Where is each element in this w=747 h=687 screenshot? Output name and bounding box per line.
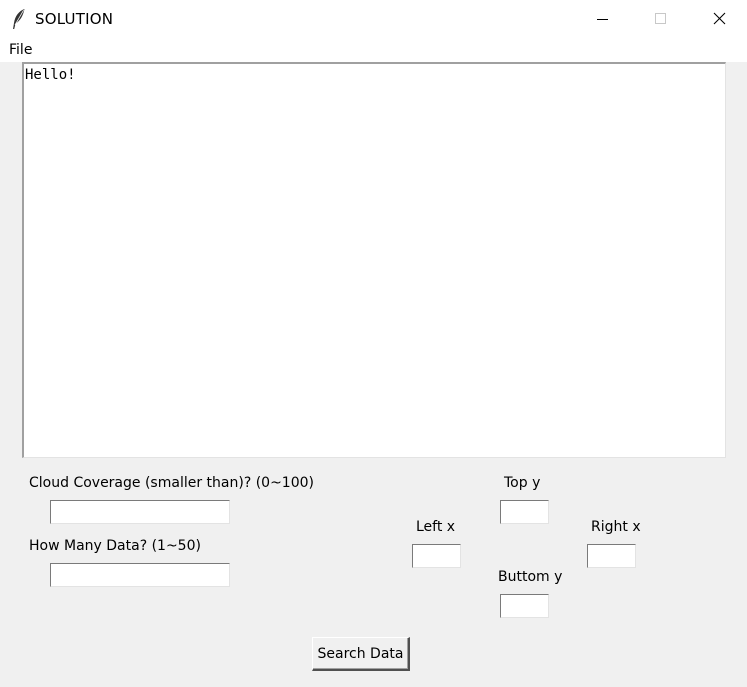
window-title: SOLUTION (35, 10, 114, 28)
search-data-button[interactable]: Search Data (312, 637, 410, 671)
close-button[interactable] (697, 0, 743, 38)
cloud-coverage-label: Cloud Coverage (smaller than)? (0~100) (29, 475, 314, 491)
menu-file[interactable]: File (9, 41, 32, 59)
cloud-coverage-input[interactable] (50, 500, 230, 524)
minimize-icon (597, 19, 608, 20)
bottom-y-input[interactable] (500, 594, 549, 618)
close-icon (713, 12, 726, 25)
maximize-icon (655, 13, 666, 24)
output-text-area[interactable]: Hello! (22, 62, 726, 458)
left-x-input[interactable] (412, 544, 461, 568)
top-y-label: Top y (504, 475, 541, 491)
menu-bar: File (0, 38, 747, 62)
bottom-y-label: Buttom y (498, 569, 563, 585)
top-y-input[interactable] (500, 500, 549, 524)
maximize-button[interactable] (638, 0, 684, 38)
minimize-button[interactable] (580, 0, 626, 38)
right-x-input[interactable] (587, 544, 636, 568)
title-bar[interactable]: SOLUTION (0, 0, 747, 38)
right-x-label: Right x (591, 519, 641, 535)
data-count-input[interactable] (50, 563, 230, 587)
left-x-label: Left x (416, 519, 456, 535)
data-count-label: How Many Data? (1~50) (29, 538, 201, 554)
feather-icon (11, 8, 27, 30)
